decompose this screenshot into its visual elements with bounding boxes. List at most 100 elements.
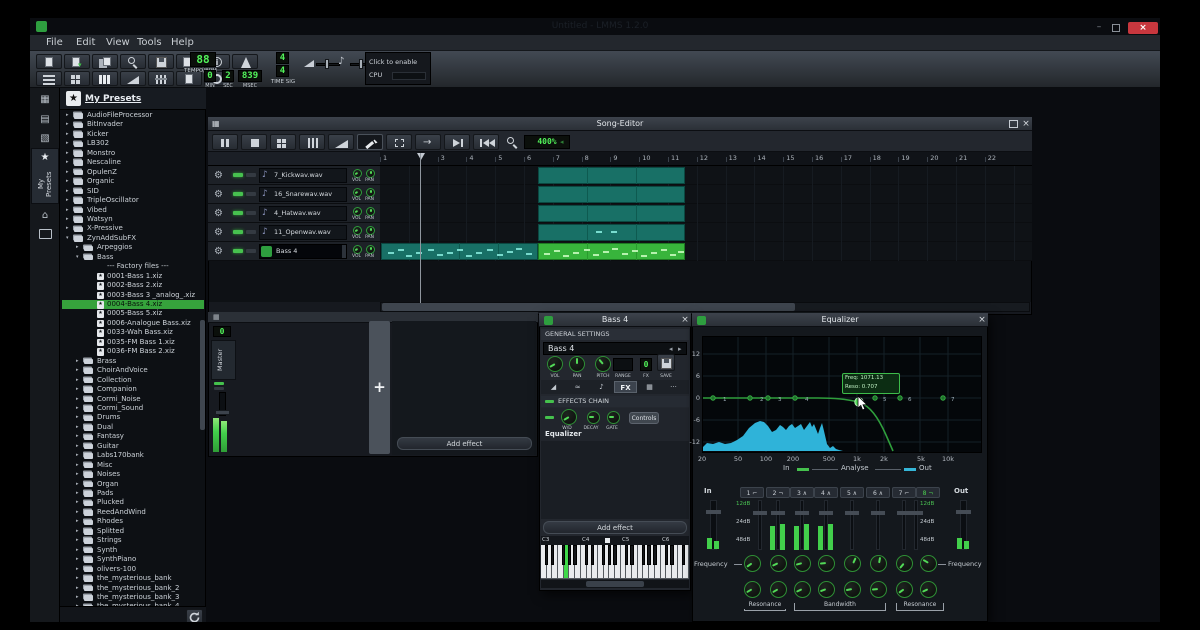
tree-expander-icon[interactable]: ▸ [66,120,73,129]
piano-black-key[interactable] [653,545,657,565]
track-volume-knob[interactable] [353,188,362,197]
piano-black-key[interactable] [544,545,549,565]
eq-band-1-button[interactable]: 1 ⌐ [740,487,764,498]
bass-pattern-segment-active[interactable] [538,243,685,260]
track-volume-knob[interactable] [353,245,362,254]
tree-item-label[interactable]: X-Pressive [87,224,204,233]
track-mute-led[interactable] [233,211,243,215]
instrument-pan-knob[interactable] [569,356,585,372]
tree-item-label[interactable]: 0002-Bass 2.xiz [107,281,204,290]
search-button[interactable] [120,54,146,69]
menu-item-edit[interactable]: Edit [76,36,104,50]
tree-expander-icon[interactable]: ▸ [76,423,83,432]
tree-item-label[interactable]: Bass [97,253,204,262]
piano-black-key[interactable] [641,545,646,565]
piano-scrollbar-handle[interactable] [586,581,644,587]
tree-item-label[interactable]: BitInvader [87,120,204,129]
tree-expander-icon[interactable]: ▸ [76,461,83,470]
tree-item-label[interactable]: Companion [97,385,204,394]
piano-black-key[interactable] [601,545,606,565]
toggle-piano-roll-button[interactable] [92,71,118,86]
tree-item-label[interactable]: ChoirAndVoice [97,366,204,375]
tree-expander-icon[interactable]: ▸ [76,574,83,583]
tree-item-label[interactable]: Dual [97,423,204,432]
tree-item-label[interactable]: Strings [97,536,204,545]
tree-item-label[interactable]: AudioFileProcessor [87,111,204,120]
tree-expander-icon[interactable]: ▸ [66,149,73,158]
track-gear-icon[interactable]: ⚙ [212,245,225,258]
tree-item-label[interactable]: Arpeggios [97,243,204,252]
master-volume-handle[interactable] [325,59,329,69]
menu-item-tools[interactable]: Tools [137,36,165,50]
eq-band-5-button[interactable]: 5 ∧ [840,487,864,498]
piano-black-key[interactable] [613,545,617,565]
tree-item-label[interactable]: Brass [97,357,204,366]
tree-expander-icon[interactable]: ▸ [76,508,83,517]
track-volume-knob[interactable] [353,226,362,235]
track-pan-knob[interactable] [366,169,375,178]
tree-item-label[interactable]: Plucked [97,498,204,507]
eq-band-fader-handle[interactable] [753,511,767,515]
eq-in-fader-handle[interactable] [706,510,721,514]
tree-item-label[interactable]: Guitar [97,442,204,451]
tree-item-label[interactable]: Fantasy [97,432,204,441]
eq-band-resonance-knob[interactable] [844,581,861,598]
eq-band-resonance-knob[interactable] [818,581,835,598]
sample-pattern-segment[interactable] [538,186,685,203]
eq-band-fader-track[interactable] [758,500,762,550]
tree-item-label[interactable]: 0035-FM Bass 1.xiz [107,338,204,347]
tree-expander-icon[interactable]: ▸ [76,593,83,602]
tree-item-label[interactable]: Labs170bank [97,451,204,460]
tree-item-label[interactable]: Vibed [87,206,204,215]
tree-item-label[interactable]: Watsyn [87,215,204,224]
piano-black-key[interactable] [630,545,634,565]
song-editor-maximize-icon[interactable] [1009,120,1018,128]
tree-expander-icon[interactable]: ▸ [66,139,73,148]
open-project-button[interactable]: ▾ [64,54,90,69]
track-mute-led[interactable] [233,230,243,234]
instrument-pitch-knob[interactable] [595,356,611,372]
song-editor-close-icon[interactable]: × [1020,118,1032,130]
track-pan-knob[interactable] [366,245,375,254]
tab-env-lfo[interactable]: ≈ [566,381,589,393]
open-recent-button[interactable] [92,54,118,69]
tree-expander-icon[interactable]: ▸ [76,366,83,375]
tree-item-label[interactable]: LB302 [87,139,204,148]
tab-computer[interactable] [39,229,52,239]
pause-button[interactable] [212,134,238,150]
track-volume-knob[interactable] [353,169,362,178]
track-pan-knob[interactable] [366,226,375,235]
tree-expander-icon[interactable]: ▸ [76,527,83,536]
tree-item-label[interactable]: Misc [97,461,204,470]
tree-item-label[interactable]: Cormi_Sound [97,404,204,413]
tree-item-label[interactable]: 0001-Bass 1.xiz [107,272,204,281]
effect-controls-button[interactable]: Controls [629,412,659,424]
tree-item-label[interactable]: Cormi_Noise [97,395,204,404]
tree-item-label[interactable]: Noises [97,470,204,479]
playhead-marker[interactable] [417,153,425,160]
eq-band-fader-handle[interactable] [819,511,833,515]
cpu-enable-hint[interactable]: Click to enable [369,58,429,67]
tree-expander-icon[interactable]: ▸ [66,168,73,177]
track-mute-led[interactable] [233,249,243,253]
tree-item-label[interactable]: 0004-Bass 4.xiz [107,300,204,309]
tab-fx[interactable]: FX [614,381,637,393]
track-solo-led[interactable] [246,230,256,234]
tab-midi[interactable]: ▦ [638,381,661,393]
tree-item-label[interactable]: TripleOscillator [87,196,204,205]
piano-black-key[interactable] [647,545,651,565]
eq-band-frequency-knob[interactable] [844,555,861,572]
add-bb-track-button[interactable] [270,134,296,150]
tree-expander-icon[interactable]: ▸ [66,187,73,196]
eq-band-resonance-knob[interactable] [770,581,787,598]
tree-expander-icon[interactable]: ▸ [76,470,83,479]
tree-expander-icon[interactable]: ▸ [66,130,73,139]
tree-item-label[interactable]: 0005-Bass 5.xiz [107,309,204,318]
master-fader-handle[interactable] [215,410,230,415]
eq-band-fader-handle[interactable] [871,511,885,515]
equalizer-close-icon[interactable]: × [976,314,988,326]
tree-item-label[interactable]: Synth [97,546,204,555]
track-gear-icon[interactable]: ⚙ [212,188,225,201]
tree-item-label[interactable]: 0006-Analogue Bass.xiz [107,319,204,328]
tree-expander-icon[interactable]: ▸ [76,376,83,385]
